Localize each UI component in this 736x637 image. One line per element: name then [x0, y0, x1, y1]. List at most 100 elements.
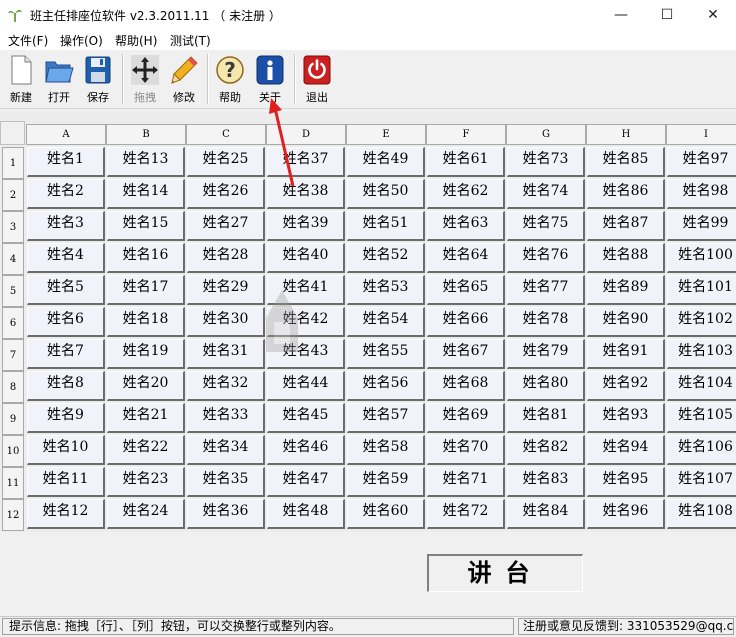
seat-cell[interactable]: 姓名107	[667, 467, 736, 497]
seat-cell[interactable]: 姓名10	[27, 435, 105, 465]
seat-cell[interactable]: 姓名90	[587, 307, 665, 337]
seat-cell[interactable]: 姓名8	[27, 371, 105, 401]
column-header-C[interactable]: C	[186, 124, 266, 145]
column-header-H[interactable]: H	[586, 124, 666, 145]
column-header-E[interactable]: E	[346, 124, 426, 145]
seat-cell[interactable]: 姓名1	[27, 147, 105, 177]
seat-cell[interactable]: 姓名65	[427, 275, 505, 305]
help-button[interactable]: ? 帮助	[211, 53, 249, 105]
seat-cell[interactable]: 姓名61	[427, 147, 505, 177]
seat-cell[interactable]: 姓名66	[427, 307, 505, 337]
seat-cell[interactable]: 姓名84	[507, 499, 585, 529]
seat-cell[interactable]: 姓名80	[507, 371, 585, 401]
minimize-button[interactable]: —	[598, 0, 644, 30]
seat-cell[interactable]: 姓名82	[507, 435, 585, 465]
menu-file[interactable]: 文件(F)	[8, 32, 48, 49]
seat-cell[interactable]: 姓名77	[507, 275, 585, 305]
column-header-F[interactable]: F	[426, 124, 506, 145]
seat-cell[interactable]: 姓名73	[507, 147, 585, 177]
seat-cell[interactable]: 姓名81	[507, 403, 585, 433]
seat-cell[interactable]: 姓名59	[347, 467, 425, 497]
seat-cell[interactable]: 姓名6	[27, 307, 105, 337]
seat-cell[interactable]: 姓名106	[667, 435, 736, 465]
edit-button[interactable]: 修改	[165, 53, 203, 105]
drag-button[interactable]: 拖拽	[126, 53, 164, 105]
seat-cell[interactable]: 姓名97	[667, 147, 736, 177]
seat-cell[interactable]: 姓名95	[587, 467, 665, 497]
seat-cell[interactable]: 姓名76	[507, 243, 585, 273]
seat-cell[interactable]: 姓名87	[587, 211, 665, 241]
seat-cell[interactable]: 姓名15	[107, 211, 185, 241]
seat-cell[interactable]: 姓名41	[267, 275, 345, 305]
row-header-6[interactable]: 6	[2, 307, 24, 339]
seat-cell[interactable]: 姓名108	[667, 499, 736, 529]
seat-cell[interactable]: 姓名72	[427, 499, 505, 529]
seat-cell[interactable]: 姓名64	[427, 243, 505, 273]
column-header-G[interactable]: G	[506, 124, 586, 145]
open-button[interactable]: 打开	[40, 53, 78, 105]
seat-cell[interactable]: 姓名69	[427, 403, 505, 433]
seat-cell[interactable]: 姓名37	[267, 147, 345, 177]
seat-cell[interactable]: 姓名17	[107, 275, 185, 305]
seat-cell[interactable]: 姓名71	[427, 467, 505, 497]
seat-cell[interactable]: 姓名51	[347, 211, 425, 241]
seat-cell[interactable]: 姓名89	[587, 275, 665, 305]
seat-cell[interactable]: 姓名48	[267, 499, 345, 529]
seat-cell[interactable]: 姓名70	[427, 435, 505, 465]
save-button[interactable]: 保存	[79, 53, 117, 105]
exit-button[interactable]: 退出	[298, 53, 336, 105]
seat-cell[interactable]: 姓名18	[107, 307, 185, 337]
seat-cell[interactable]: 姓名100	[667, 243, 736, 273]
row-header-10[interactable]: 10	[2, 435, 24, 467]
seat-cell[interactable]: 姓名12	[27, 499, 105, 529]
seat-cell[interactable]: 姓名44	[267, 371, 345, 401]
seat-cell[interactable]: 姓名33	[187, 403, 265, 433]
seat-cell[interactable]: 姓名38	[267, 179, 345, 209]
seat-cell[interactable]: 姓名94	[587, 435, 665, 465]
seat-cell[interactable]: 姓名98	[667, 179, 736, 209]
column-header-I[interactable]: I	[666, 124, 736, 145]
seat-cell[interactable]: 姓名46	[267, 435, 345, 465]
seat-cell[interactable]: 姓名4	[27, 243, 105, 273]
seat-cell[interactable]: 姓名101	[667, 275, 736, 305]
seat-cell[interactable]: 姓名42	[267, 307, 345, 337]
seat-cell[interactable]: 姓名63	[427, 211, 505, 241]
row-header-7[interactable]: 7	[2, 339, 24, 371]
seat-cell[interactable]: 姓名24	[107, 499, 185, 529]
seat-cell[interactable]: 姓名21	[107, 403, 185, 433]
seat-cell[interactable]: 姓名11	[27, 467, 105, 497]
seat-cell[interactable]: 姓名83	[507, 467, 585, 497]
row-header-8[interactable]: 8	[2, 371, 24, 403]
seat-cell[interactable]: 姓名2	[27, 179, 105, 209]
seat-cell[interactable]: 姓名13	[107, 147, 185, 177]
seat-cell[interactable]: 姓名54	[347, 307, 425, 337]
seat-cell[interactable]: 姓名105	[667, 403, 736, 433]
row-header-3[interactable]: 3	[2, 211, 24, 243]
seat-cell[interactable]: 姓名35	[187, 467, 265, 497]
row-header-9[interactable]: 9	[2, 403, 24, 435]
seat-cell[interactable]: 姓名32	[187, 371, 265, 401]
seat-cell[interactable]: 姓名92	[587, 371, 665, 401]
seat-cell[interactable]: 姓名93	[587, 403, 665, 433]
seat-cell[interactable]: 姓名67	[427, 339, 505, 369]
seat-cell[interactable]: 姓名45	[267, 403, 345, 433]
new-button[interactable]: 新建	[2, 53, 40, 105]
seat-cell[interactable]: 姓名52	[347, 243, 425, 273]
seat-cell[interactable]: 姓名50	[347, 179, 425, 209]
seat-cell[interactable]: 姓名19	[107, 339, 185, 369]
seat-cell[interactable]: 姓名47	[267, 467, 345, 497]
seat-cell[interactable]: 姓名30	[187, 307, 265, 337]
seat-cell[interactable]: 姓名91	[587, 339, 665, 369]
seat-cell[interactable]: 姓名28	[187, 243, 265, 273]
row-header-2[interactable]: 2	[2, 179, 24, 211]
seat-cell[interactable]: 姓名39	[267, 211, 345, 241]
seat-cell[interactable]: 姓名88	[587, 243, 665, 273]
menu-help[interactable]: 帮助(H)	[115, 32, 157, 49]
seat-cell[interactable]: 姓名49	[347, 147, 425, 177]
row-header-12[interactable]: 12	[2, 499, 24, 531]
seat-cell[interactable]: 姓名68	[427, 371, 505, 401]
seat-cell[interactable]: 姓名26	[187, 179, 265, 209]
seat-cell[interactable]: 姓名31	[187, 339, 265, 369]
seat-cell[interactable]: 姓名62	[427, 179, 505, 209]
about-button[interactable]: 关于	[251, 53, 289, 105]
